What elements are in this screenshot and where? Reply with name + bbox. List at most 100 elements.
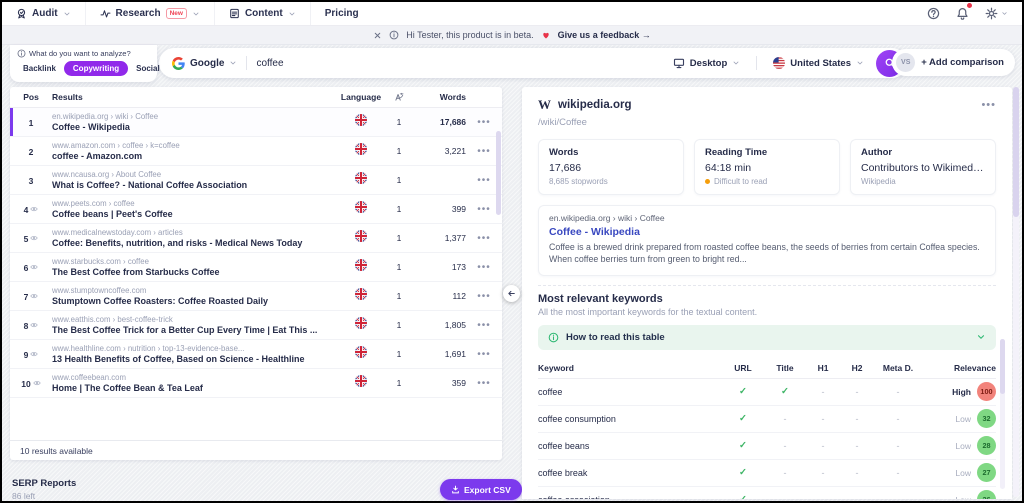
help-icon[interactable] — [927, 7, 940, 20]
beta-banner: Hi Tester, this product is in beta. Give… — [2, 26, 1022, 45]
tab-backlink[interactable]: Backlink — [17, 61, 62, 76]
difficulty-dot-icon — [705, 179, 710, 184]
table-row[interactable]: 5 www.medicalnewstoday.com › articles Co… — [10, 224, 502, 253]
result-title: Home | The Coffee Bean & Tea Leaf — [52, 383, 203, 393]
chevron-down-icon — [229, 59, 237, 67]
keyword-row[interactable]: coffee beans ✓ - - - - Low 28 — [538, 433, 996, 460]
relevance-score-badge: 32 — [977, 409, 996, 429]
nav-audit[interactable]: Audit — [2, 2, 86, 25]
search-input[interactable]: coffee — [256, 58, 283, 69]
row-actions-button[interactable]: ••• — [466, 378, 502, 389]
target-icon — [17, 49, 26, 58]
notifications-button[interactable] — [956, 1, 973, 23]
check-icon: ✓ — [722, 494, 764, 499]
results-rows: 1 en.wikipedia.org › wiki › Coffee Coffe… — [10, 108, 502, 440]
us-flag-icon — [773, 57, 785, 69]
detail-domain: wikipedia.org — [558, 99, 632, 111]
row-actions-button[interactable]: ••• — [466, 262, 502, 273]
chevron-down-icon — [1001, 10, 1008, 17]
uk-flag-icon — [355, 172, 367, 184]
results-scrollbar[interactable] — [496, 131, 501, 215]
page-detail-panel: W wikipedia.org ••• /wiki/Coffee Words 1… — [522, 87, 1012, 499]
table-row[interactable]: 6 www.starbucks.com › coffee The Best Co… — [10, 253, 502, 282]
relevance-score-badge: 27 — [977, 463, 996, 483]
result-url: www.amazon.com › coffee › k=coffee — [52, 141, 180, 150]
audit-icon — [16, 8, 27, 19]
collapse-panel-button[interactable] — [503, 285, 520, 302]
result-url: www.peets.com › coffee — [52, 199, 135, 208]
chevron-down-icon — [856, 59, 864, 67]
monitor-icon — [673, 57, 685, 69]
keywords-table: Keyword URL Title H1 H2 Meta D. Relevanc… — [538, 357, 996, 499]
table-row[interactable]: 4 www.peets.com › coffee Coffee beans | … — [10, 195, 502, 224]
row-actions-button[interactable]: ••• — [466, 233, 502, 244]
wikipedia-logo-icon: W — [538, 97, 551, 112]
nav-pricing[interactable]: Pricing — [311, 2, 373, 25]
keyword-row[interactable]: coffee ✓ ✓ - - - High 100 — [538, 379, 996, 406]
info-icon — [389, 30, 399, 40]
eye-icon — [33, 379, 41, 387]
preview-title-link[interactable]: Coffee - Wikipedia — [549, 226, 985, 238]
google-icon — [172, 57, 185, 70]
close-icon[interactable] — [373, 31, 382, 40]
uk-flag-icon — [355, 230, 367, 242]
reports-remaining: 86 left — [12, 491, 36, 501]
result-title: Stumptown Coffee Roasters: Coffee Roaste… — [52, 296, 269, 306]
relevance-score-badge: 100 — [977, 382, 996, 402]
eye-icon — [30, 263, 38, 271]
arrow-left-icon — [507, 289, 516, 298]
feedback-link[interactable]: Give us a feedback → — [558, 30, 651, 40]
keyword-row[interactable]: coffee consumption ✓ - - - - Low 32 — [538, 406, 996, 433]
uk-flag-icon — [355, 143, 367, 155]
preview-description: Coffee is a brewed drink prepared from r… — [549, 242, 980, 265]
table-row[interactable]: 9 www.healthline.com › nutrition › top-1… — [10, 340, 502, 369]
uk-flag-icon — [355, 201, 367, 213]
chevron-down-icon — [976, 332, 986, 342]
add-comparison-button[interactable]: VS + Add comparison — [892, 49, 1015, 76]
result-title: What is Coffee? - National Coffee Associ… — [52, 180, 248, 190]
table-row[interactable]: 8 www.eatthis.com › best-coffee-trick Th… — [10, 311, 502, 340]
analyze-question: What do you want to analyze? — [29, 49, 131, 58]
tab-copywriting[interactable]: Copywriting — [63, 61, 129, 76]
content-icon — [229, 8, 240, 19]
keywords-heading: Most relevant keywords — [538, 292, 663, 305]
eye-icon — [30, 234, 38, 242]
notification-badge — [966, 1, 973, 9]
row-actions-button[interactable]: ••• — [466, 320, 502, 331]
row-actions-button[interactable]: ••• — [466, 117, 502, 128]
device-selector[interactable]: Desktop — [673, 57, 740, 69]
check-icon: ✓ — [739, 440, 747, 452]
check-icon: ✓ — [739, 413, 747, 425]
vs-avatar: VS — [896, 53, 916, 72]
table-row[interactable]: 10 www.coffeebean.com Home | The Coffee … — [10, 369, 502, 398]
table-row[interactable]: 2 www.amazon.com › coffee › k=coffee cof… — [10, 137, 502, 166]
table-row[interactable]: 7 www.stumptowncoffee.com Stumptown Coff… — [10, 282, 502, 311]
nav-research[interactable]: Research New — [86, 2, 215, 25]
export-csv-button[interactable]: Export CSV — [440, 479, 522, 500]
result-title: Coffee beans | Peet's Coffee — [52, 209, 173, 219]
settings-button[interactable] — [985, 7, 1008, 20]
analyze-selector: What do you want to analyze? Backlink Co… — [10, 45, 160, 82]
window-scrollbar[interactable] — [1013, 87, 1019, 497]
relevance-score-badge: 26 — [977, 490, 996, 499]
engine-selector[interactable]: Google — [172, 57, 237, 70]
row-actions-button[interactable]: ••• — [466, 349, 502, 360]
check-icon: ✓ — [781, 386, 789, 398]
serp-reports-info: SERP Reports 86 left — [12, 478, 77, 501]
tab-social[interactable]: Social — [130, 61, 166, 76]
new-badge: New — [165, 8, 187, 19]
keywords-scrollbar[interactable] — [1000, 339, 1005, 489]
keyword-row[interactable]: coffee association ✓ - - - - Low 26 — [538, 487, 996, 499]
location-selector[interactable]: United States — [773, 57, 864, 69]
table-row[interactable]: 3 www.ncausa.org › About Coffee What is … — [10, 166, 502, 195]
nav-content[interactable]: Content — [215, 2, 311, 25]
how-to-read-accordion[interactable]: How to read this table — [538, 324, 996, 350]
row-actions-button[interactable]: ••• — [466, 291, 502, 302]
uk-flag-icon — [355, 114, 367, 126]
col-words: Words — [439, 92, 466, 102]
topnav-actions — [927, 1, 1022, 23]
check-icon: ✓ — [739, 386, 747, 398]
keyword-row[interactable]: coffee break ✓ - - - - Low 27 — [538, 460, 996, 487]
detail-actions-button[interactable]: ••• — [981, 99, 996, 111]
table-row[interactable]: 1 en.wikipedia.org › wiki › Coffee Coffe… — [10, 108, 502, 137]
